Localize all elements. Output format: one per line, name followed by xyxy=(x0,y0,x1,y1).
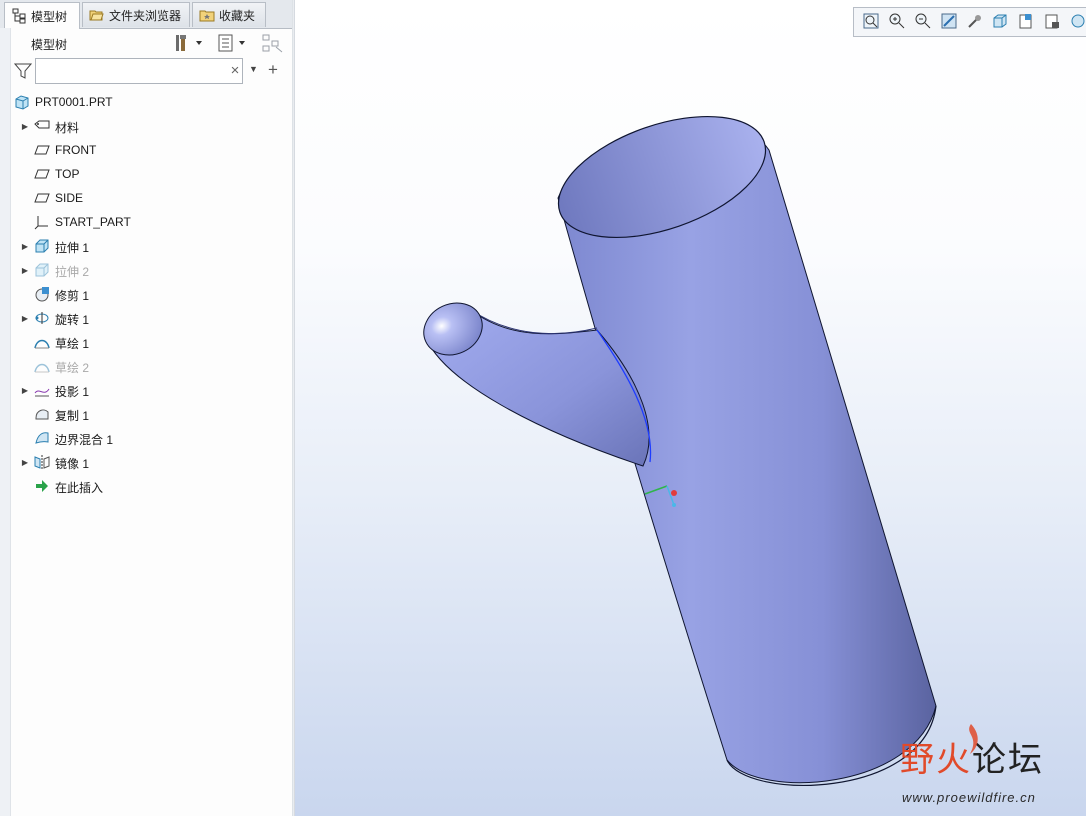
search-input[interactable] xyxy=(35,58,243,84)
copy-icon xyxy=(34,406,50,422)
add-icon[interactable]: + xyxy=(268,60,278,80)
graphics-viewport[interactable]: 野火论坛 www.proewildfire.cn xyxy=(295,0,1086,816)
tree-icon xyxy=(11,8,27,24)
coordinate-system-icon xyxy=(34,214,50,230)
search-dropdown-icon[interactable]: ▼ xyxy=(249,64,258,74)
favorites-icon xyxy=(199,7,215,23)
show-options-button[interactable] xyxy=(217,33,249,53)
tree-item[interactable]: ▶ 镜像 1 xyxy=(12,451,290,473)
settings-tools-icon xyxy=(176,35,202,51)
extrude-icon xyxy=(34,238,50,254)
tree-item-label: 边界混合 1 xyxy=(55,433,114,447)
expand-arrow-icon[interactable]: ▶ xyxy=(20,266,30,275)
tree-item-label: SIDE xyxy=(55,191,84,205)
tree-item[interactable]: ▶ 投影 1 xyxy=(12,379,290,401)
extrude-icon xyxy=(34,262,50,278)
panel-side-strip xyxy=(0,28,11,816)
tree-item[interactable]: 复制 1 xyxy=(12,403,290,425)
tree-item[interactable]: ▶ 旋转 1 xyxy=(12,307,290,329)
watermark-url: www.proewildfire.cn xyxy=(902,790,1036,805)
tree-item-label: FRONT xyxy=(55,143,97,157)
tree-item-label: 草绘 2 xyxy=(55,361,90,375)
tree-item[interactable]: 草绘 1 xyxy=(12,331,290,353)
project-icon xyxy=(34,382,50,398)
tab-folder-browser[interactable]: 文件夹浏览器 xyxy=(82,2,190,27)
tree-item-label: 复制 1 xyxy=(55,409,90,423)
expand-arrow-icon[interactable]: ▶ xyxy=(20,242,30,251)
flame-icon xyxy=(969,724,978,754)
filter-icon[interactable] xyxy=(13,62,33,80)
tree-item[interactable]: 草绘 2 xyxy=(12,355,290,377)
tab-label: 文件夹浏览器 xyxy=(109,8,182,23)
clear-search-icon[interactable]: × xyxy=(228,62,242,79)
tree-item-label: 材料 xyxy=(55,121,80,135)
tree-item-label: 镜像 1 xyxy=(55,457,90,471)
tree-item-label: 拉伸 1 xyxy=(55,241,90,255)
tree-root-label: PRT0001.PRT xyxy=(35,95,113,109)
tree-item[interactable]: SIDE xyxy=(12,187,290,209)
tree-item-label: TOP xyxy=(55,167,80,181)
tree-item-label: 修剪 1 xyxy=(55,289,90,303)
tree-item[interactable]: 修剪 1 xyxy=(12,283,290,305)
expand-arrow-icon[interactable]: ▶ xyxy=(20,314,30,323)
model-tree-panel: 模型树 文件夹浏览器 收藏夹 模型树 × ▼ + PRT0001.PRT ▶ 材… xyxy=(0,0,293,816)
tree-header: 模型树 xyxy=(10,29,291,57)
tree-columns-icon xyxy=(262,34,283,53)
tree-item[interactable]: ▶ 拉伸 2 xyxy=(12,259,290,281)
sketch-icon xyxy=(34,358,50,374)
tree-item[interactable]: TOP xyxy=(12,163,290,185)
datum-plane-icon xyxy=(34,190,50,206)
tab-label: 收藏夹 xyxy=(219,8,256,23)
tab-model-tree[interactable]: 模型树 xyxy=(4,2,80,29)
datum-plane-icon xyxy=(34,166,50,182)
insert-here-icon xyxy=(34,478,50,494)
tree-item[interactable]: START_PART xyxy=(12,211,290,233)
tree-item-label: 旋转 1 xyxy=(55,313,90,327)
part-icon xyxy=(14,94,30,110)
expand-arrow-icon[interactable]: ▶ xyxy=(20,386,30,395)
revolve-icon xyxy=(34,310,50,326)
datum-plane-icon xyxy=(34,142,50,158)
tab-favorites[interactable]: 收藏夹 xyxy=(192,2,266,27)
folder-browser-icon xyxy=(89,7,105,23)
tree-columns-button[interactable] xyxy=(262,33,284,53)
tree-item[interactable]: ▶ 材料 xyxy=(12,115,290,137)
expand-arrow-icon[interactable]: ▶ xyxy=(20,458,30,467)
tree-item[interactable]: FRONT xyxy=(12,139,290,161)
tree-item-label: 在此插入 xyxy=(55,481,104,495)
tree-item-label: 拉伸 2 xyxy=(55,265,90,279)
boundary-blend-icon xyxy=(34,430,50,446)
tree-item-label: START_PART xyxy=(55,215,131,229)
mirror-icon xyxy=(34,454,50,470)
material-icon xyxy=(34,118,50,134)
panel-tabs: 模型树 文件夹浏览器 收藏夹 xyxy=(0,0,292,29)
3d-model[interactable] xyxy=(295,0,1086,816)
tree-title: 模型树 xyxy=(31,38,68,52)
tree-item-label: 草绘 1 xyxy=(55,337,90,351)
tree-item[interactable]: ▶ 拉伸 1 xyxy=(12,235,290,257)
tree-item[interactable]: 在此插入 xyxy=(12,475,290,497)
tree-root[interactable]: PRT0001.PRT xyxy=(12,91,290,113)
settings-tools-button[interactable] xyxy=(174,33,206,53)
watermark: 野火论坛 www.proewildfire.cn xyxy=(900,724,1044,805)
tab-label: 模型树 xyxy=(31,9,68,24)
sketch-icon xyxy=(34,334,50,350)
show-options-icon xyxy=(218,34,245,52)
tree-item-label: 投影 1 xyxy=(55,385,90,399)
expand-arrow-icon[interactable]: ▶ xyxy=(20,122,30,131)
tree-item[interactable]: 边界混合 1 xyxy=(12,427,290,449)
trim-icon xyxy=(34,286,50,302)
